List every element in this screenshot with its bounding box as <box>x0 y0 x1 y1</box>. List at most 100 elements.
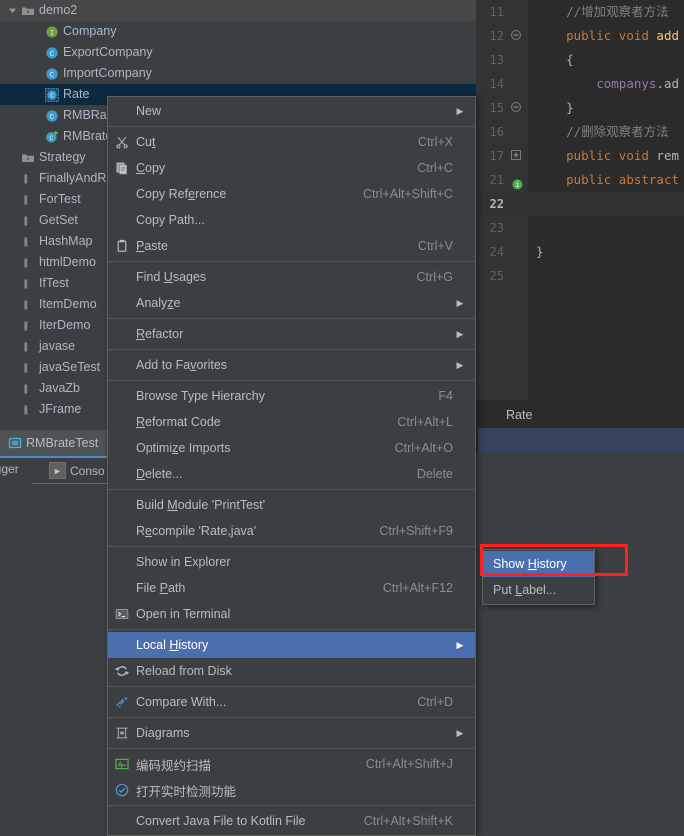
code-line[interactable]: 11 //增加观察者方法 <box>476 0 684 24</box>
tree-item-label: Rate <box>63 87 90 101</box>
tree-twisty-icon[interactable] <box>6 0 19 21</box>
code-line[interactable]: 15 } <box>476 96 684 120</box>
menu-item-label: Copy <box>136 161 166 175</box>
menu-item-label: Convert Java File to Kotlin File <box>136 814 306 828</box>
code-line[interactable]: 17 public void rem <box>476 144 684 168</box>
menu-item-label: Copy Reference <box>136 187 227 201</box>
svg-text:C: C <box>49 114 53 122</box>
menu-separator <box>108 629 475 630</box>
menu-item-copy-reference[interactable]: Copy Reference Ctrl+Alt+Shift+C <box>108 181 475 207</box>
menu-item-analyze[interactable]: Analyze ▶ <box>108 290 475 316</box>
run-tab-rmbratetest[interactable]: RMBrateTest <box>0 430 107 458</box>
menu-item-show-in-explorer[interactable]: Show in Explorer <box>108 549 475 575</box>
code-line[interactable]: 25 <box>476 264 684 288</box>
code-line[interactable]: 24} <box>476 240 684 264</box>
menu-item-cut[interactable]: Cut Ctrl+X <box>108 129 475 155</box>
menu-item-paste[interactable]: Paste Ctrl+V <box>108 233 475 259</box>
menu-item-copy-path[interactable]: Copy Path... <box>108 207 475 233</box>
menu-item-refactor[interactable]: Refactor ▶ <box>108 321 475 347</box>
tree-item-demo2[interactable]: demo2 <box>0 0 476 21</box>
menu-item-[interactable]: 编码规约扫描 Ctrl+Alt+Shift+J <box>108 751 475 777</box>
menu-item-label: Open in Terminal <box>136 607 231 621</box>
tree-item-label: ForTest <box>39 192 81 206</box>
svg-text:I: I <box>49 30 53 38</box>
menu-item-local-history[interactable]: Local History ▶ <box>108 632 475 658</box>
menu-item-shortcut: Ctrl+Alt+Shift+J <box>365 757 453 771</box>
menu-item-browse-type-hierarchy[interactable]: Browse Type Hierarchy F4 <box>108 383 475 409</box>
package-icon <box>19 252 36 273</box>
menu-item-convert-java-file-to-kotlin-file[interactable]: Convert Java File to Kotlin File Ctrl+Alt… <box>108 808 475 834</box>
menu-item-delete[interactable]: Delete... Delete <box>108 461 475 487</box>
menu-item-diagrams[interactable]: Diagrams ▶ <box>108 720 475 746</box>
run-config-icon <box>6 436 23 451</box>
tree-item-label: IterDemo <box>39 318 91 332</box>
menu-item-add-to-favorites[interactable]: Add to Favorites ▶ <box>108 352 475 378</box>
tab-console[interactable]: ► Conso <box>49 462 105 479</box>
local-history-submenu[interactable]: Show History Put Label... <box>482 549 595 605</box>
menu-item-file-path[interactable]: File Path Ctrl+Alt+F12 <box>108 575 475 601</box>
menu-item-[interactable]: 打开实时检测功能 <box>108 777 475 803</box>
tree-item-label: ImportCompany <box>63 66 152 80</box>
line-number: 12 <box>489 29 504 43</box>
package-icon <box>19 189 36 210</box>
package-icon <box>19 336 36 357</box>
menu-item-label: Build Module 'PrintTest' <box>136 498 266 512</box>
menu-item-new[interactable]: New ▶ <box>108 98 475 124</box>
menu-item-open-in-terminal[interactable]: Open in Terminal <box>108 601 475 627</box>
code-text: //增加观察者方法 <box>566 4 669 19</box>
menu-item-label: Local History <box>136 638 209 652</box>
chevron-right-icon: ▶ <box>456 297 464 308</box>
menu-item-label: Add to Favorites <box>136 358 228 372</box>
menu-separator <box>108 380 475 381</box>
menu-item-find-usages[interactable]: Find Usages Ctrl+G <box>108 264 475 290</box>
menu-item-show-history[interactable]: Show History <box>483 551 594 577</box>
tab-console-label: Conso <box>70 463 105 478</box>
menu-item-build-module-printtest[interactable]: Build Module 'PrintTest' <box>108 492 475 518</box>
menu-item-label: Cut <box>136 135 156 149</box>
menu-item-label: Analyze <box>136 296 181 310</box>
tree-item-company[interactable]: I Company <box>0 21 476 42</box>
line-number: 21 <box>489 173 504 187</box>
code-line[interactable]: 22 <box>476 192 684 216</box>
code-line[interactable]: 12 public void add <box>476 24 684 48</box>
line-number: 11 <box>489 5 504 19</box>
menu-separator <box>108 126 475 127</box>
package-icon <box>19 273 36 294</box>
menu-item-label: 打开实时检测功能 <box>136 784 237 799</box>
menu-item-shortcut: Ctrl+V <box>417 239 453 253</box>
menu-item-label: Copy Path... <box>136 213 205 227</box>
menu-item-recompile-rate-java[interactable]: Recompile 'Rate,java' Ctrl+Shift+F9 <box>108 518 475 544</box>
tree-item-label: javase <box>39 339 76 353</box>
menu-item-reload-from-disk[interactable]: Reload from Disk <box>108 658 475 684</box>
fold-toggle-icon[interactable] <box>510 96 522 120</box>
menu-item-compare-with[interactable]: Compare With... Ctrl+D <box>108 689 475 715</box>
code-editor[interactable]: 11 //增加观察者方法 12 public void add 13 {14 com… <box>476 0 684 400</box>
selected-row-highlight <box>476 428 684 454</box>
fold-toggle-icon[interactable] <box>510 24 522 48</box>
menu-item-optimize-imports[interactable]: Optimize Imports Ctrl+Alt+O <box>108 435 475 461</box>
run-window-toolbar[interactable]: ugger ► Conso <box>0 458 107 484</box>
code-line[interactable]: 21 i public abstract <box>476 168 684 192</box>
tab-rate[interactable]: Rate <box>492 401 546 429</box>
tree-item-label: htmlDemo <box>39 255 96 269</box>
code-text: } <box>536 100 574 115</box>
tree-item-importcompany[interactable]: C ImportCompany <box>0 63 476 84</box>
menu-item-shortcut: Ctrl+Shift+F9 <box>379 524 453 538</box>
fold-toggle-icon[interactable] <box>510 144 522 168</box>
menu-item-label: Optimize Imports <box>136 441 231 455</box>
package-icon <box>19 378 36 399</box>
code-line[interactable]: 23 <box>476 216 684 240</box>
context-menu[interactable]: New ▶ Cut Ctrl+X Copy Ctrl+C Copy Reference Ctr… <box>107 96 476 836</box>
code-line[interactable]: 13 { <box>476 48 684 72</box>
menu-item-put-label[interactable]: Put Label... <box>483 577 594 603</box>
tab-debugger-label[interactable]: ugger <box>0 462 19 476</box>
tree-item-exportcompany[interactable]: C ExportCompany <box>0 42 476 63</box>
line-number: 22 <box>489 197 504 211</box>
menu-item-label: Show in Explorer <box>136 555 231 569</box>
menu-item-copy[interactable]: Copy Ctrl+C <box>108 155 475 181</box>
code-line[interactable]: 14 companys.ad <box>476 72 684 96</box>
menu-item-reformat-code[interactable]: Reformat Code Ctrl+Alt+L <box>108 409 475 435</box>
editor-tab-strip[interactable]: Rate <box>476 400 684 429</box>
package-icon <box>19 399 36 420</box>
code-line[interactable]: 16 //删除观察者方法 <box>476 120 684 144</box>
